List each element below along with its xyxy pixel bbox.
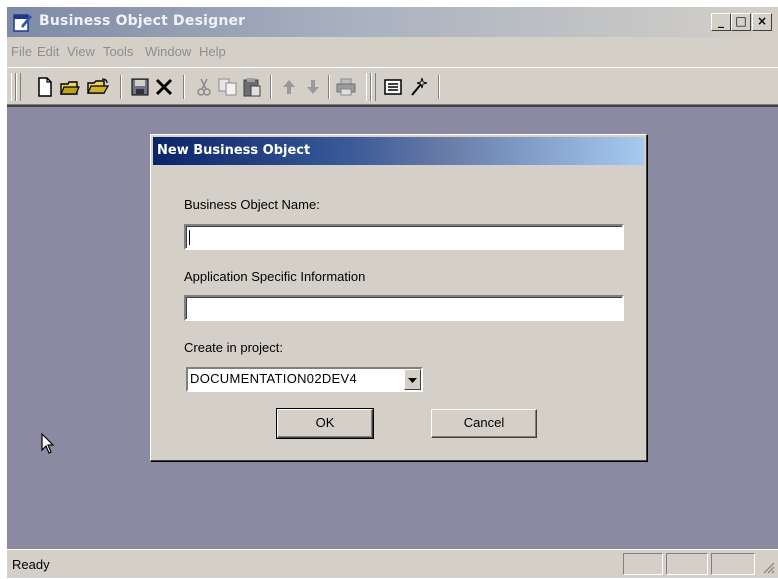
- toolbar-separator: [328, 75, 330, 99]
- new-business-object-dialog: New Business Object Business Object Name…: [150, 134, 647, 461]
- title-bar[interactable]: Business Object Designer _ □ ×: [7, 7, 778, 37]
- dropdown-button[interactable]: [404, 369, 421, 390]
- app-icon: [13, 12, 33, 32]
- move-up-icon[interactable]: [277, 75, 301, 99]
- properties-icon[interactable]: [381, 75, 405, 99]
- cut-icon[interactable]: [192, 75, 216, 99]
- project-select[interactable]: DOCUMENTATION02DEV4: [186, 367, 423, 392]
- menu-window[interactable]: Window: [145, 44, 191, 59]
- toolbar-separator: [120, 75, 122, 99]
- new-document-icon[interactable]: [33, 75, 57, 99]
- application-specific-info-label: Application Specific Information: [184, 269, 366, 284]
- menu-view[interactable]: View: [67, 44, 95, 59]
- wand-icon[interactable]: [407, 75, 431, 99]
- menu-bar: File Edit View Tools Window Help: [7, 41, 778, 63]
- window-title: Business Object Designer: [39, 13, 246, 29]
- menu-help[interactable]: Help: [199, 44, 226, 59]
- business-object-name-input[interactable]: [184, 224, 624, 250]
- open-icon[interactable]: [58, 75, 82, 99]
- toolbar-grip[interactable]: [371, 73, 376, 101]
- cancel-button[interactable]: Cancel: [431, 409, 537, 438]
- delete-icon[interactable]: [152, 75, 176, 99]
- minimize-button[interactable]: _: [711, 13, 731, 31]
- menu-edit[interactable]: Edit: [37, 44, 59, 59]
- dialog-title: New Business Object: [157, 143, 311, 158]
- open-folder-icon[interactable]: [86, 75, 110, 99]
- menu-tools[interactable]: Tools: [103, 44, 133, 59]
- print-icon[interactable]: [334, 75, 358, 99]
- project-select-value: DOCUMENTATION02DEV4: [190, 371, 358, 386]
- app-window: Business Object Designer _ □ × File Edit…: [7, 7, 778, 578]
- save-icon[interactable]: [128, 75, 152, 99]
- toolbar-separator: [270, 75, 272, 99]
- close-button[interactable]: ×: [752, 13, 772, 31]
- create-in-project-label: Create in project:: [184, 340, 283, 355]
- toolbar: [7, 67, 778, 105]
- status-panel: [666, 553, 708, 575]
- paste-icon[interactable]: [240, 75, 264, 99]
- business-object-name-label: Business Object Name:: [184, 197, 320, 212]
- status-panel: [711, 553, 755, 575]
- maximize-button[interactable]: □: [731, 13, 751, 31]
- status-panel: [623, 553, 663, 575]
- resize-grip-icon[interactable]: [761, 560, 775, 579]
- application-specific-info-input[interactable]: [184, 295, 624, 321]
- chevron-down-icon: [408, 371, 417, 389]
- text-caret: [189, 230, 190, 245]
- toolbar-separator: [183, 75, 185, 99]
- status-text: Ready: [12, 557, 50, 572]
- dialog-title-bar[interactable]: New Business Object: [153, 137, 644, 165]
- toolbar-separator: [438, 75, 440, 99]
- copy-icon[interactable]: [216, 75, 240, 99]
- status-bar: Ready: [7, 549, 778, 578]
- menu-file[interactable]: File: [11, 44, 32, 59]
- mouse-pointer-icon: [41, 432, 55, 460]
- move-down-icon[interactable]: [301, 75, 325, 99]
- ok-button[interactable]: OK: [276, 408, 374, 439]
- toolbar-grip[interactable]: [16, 73, 21, 101]
